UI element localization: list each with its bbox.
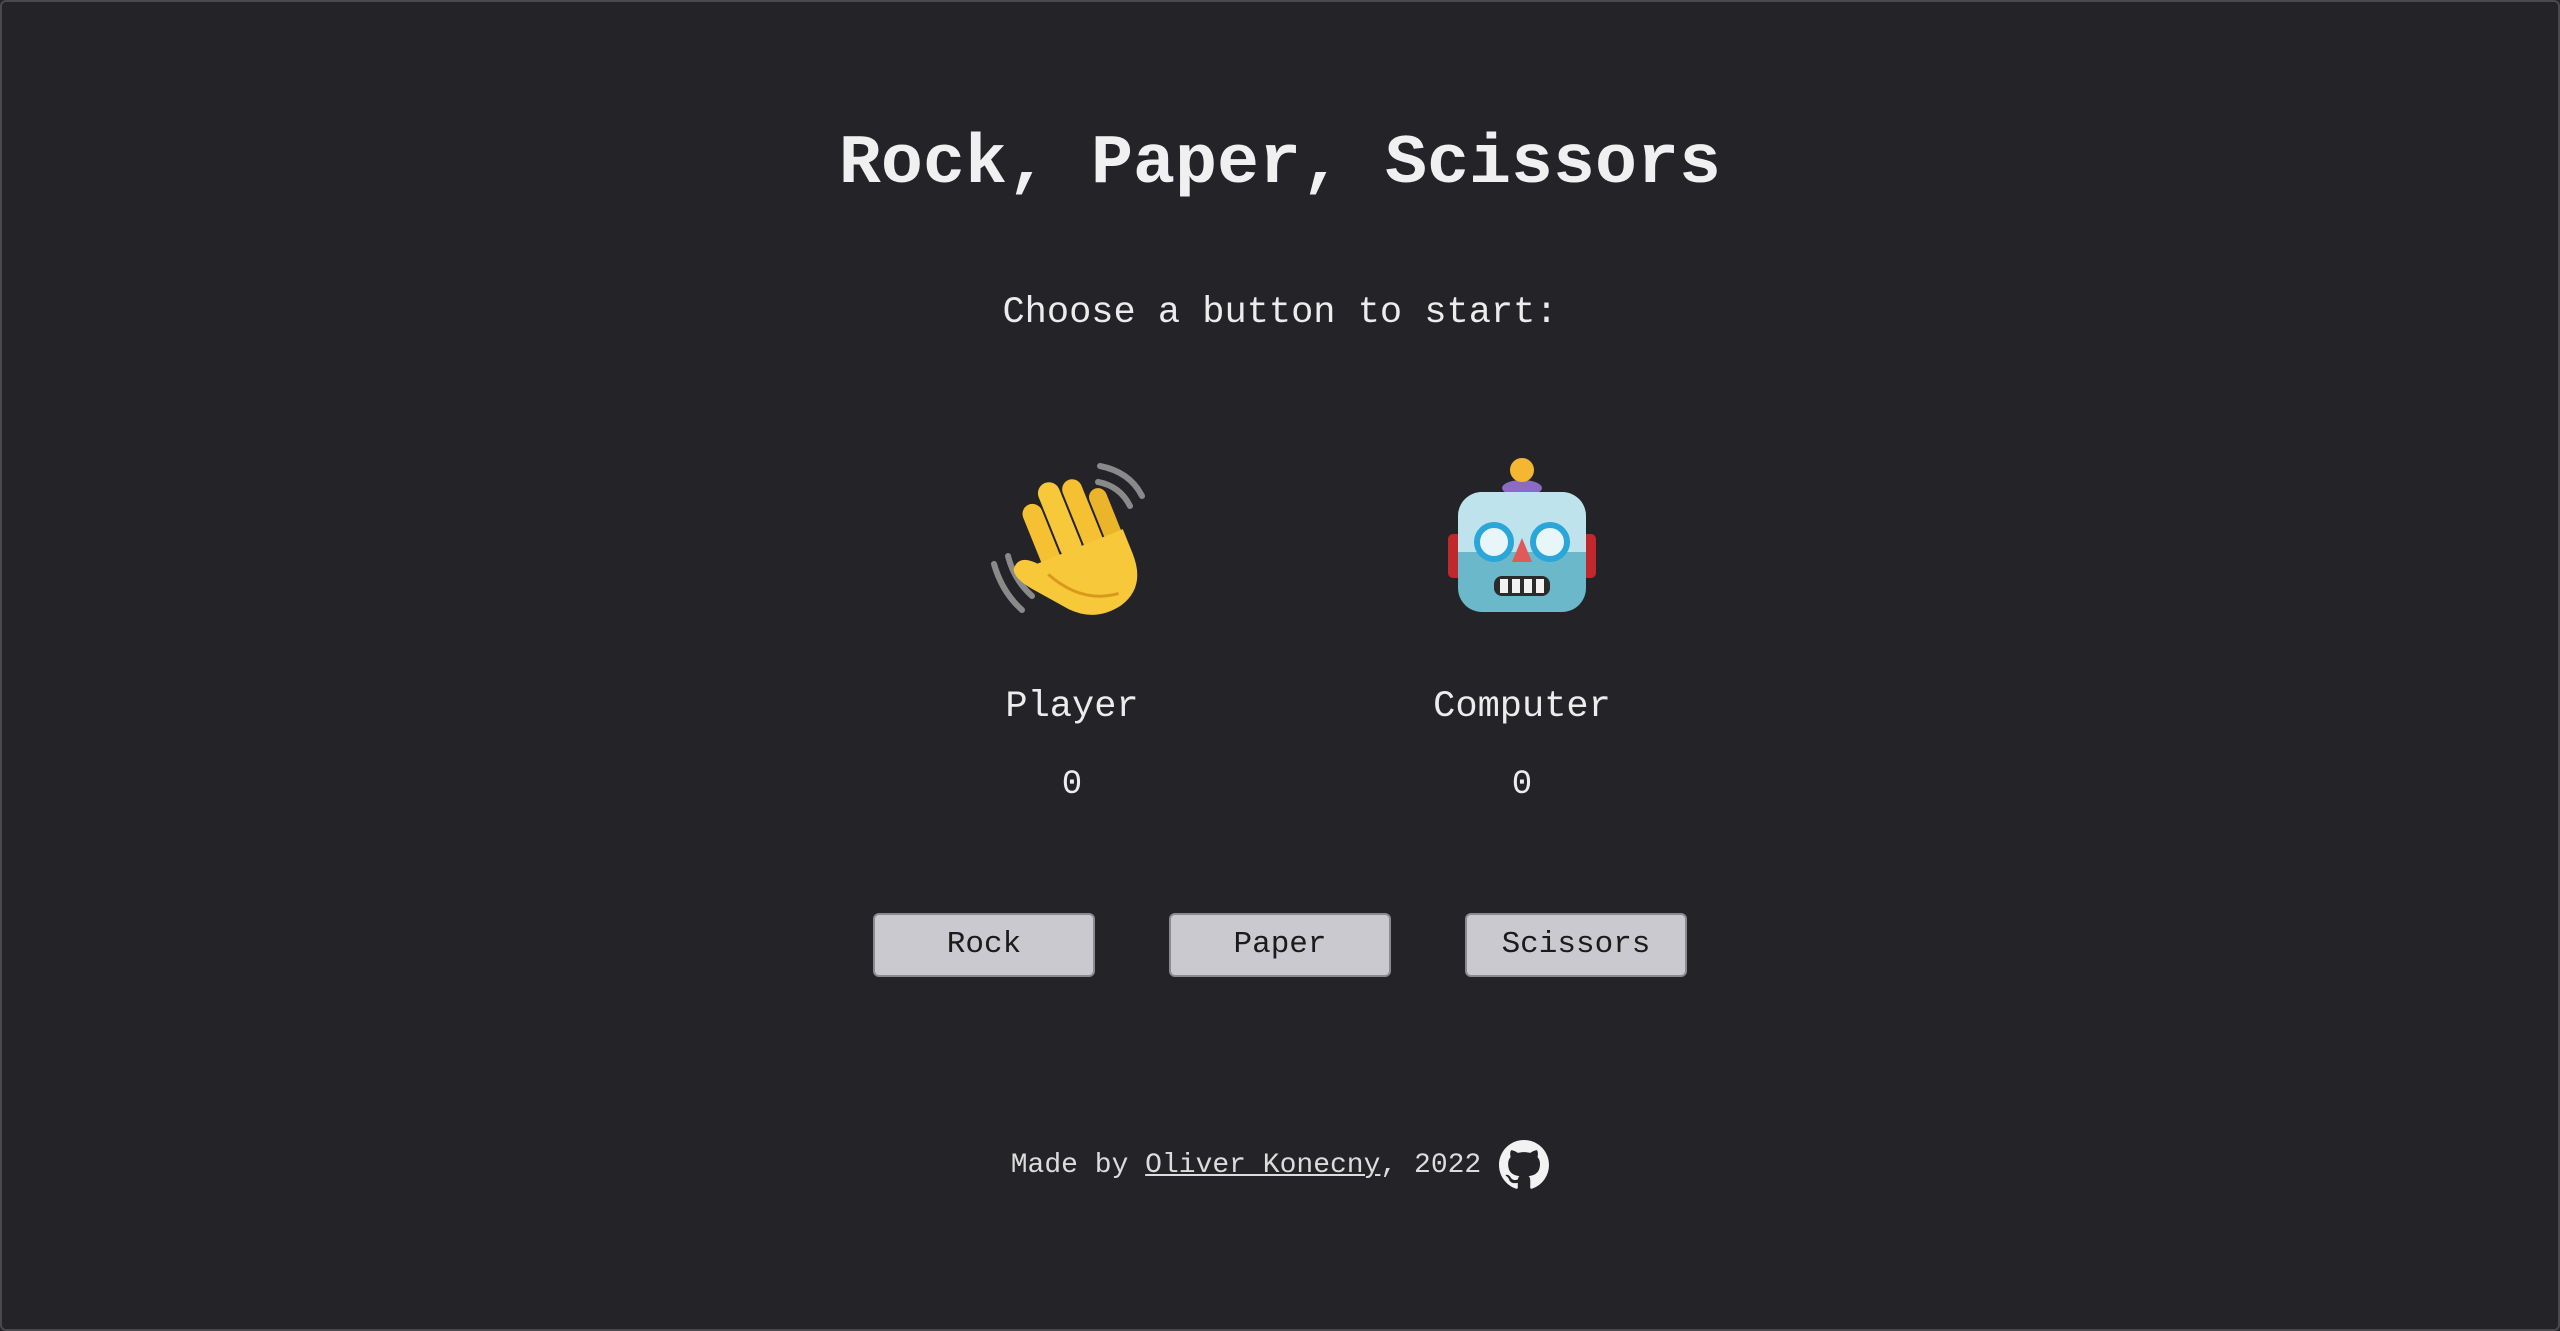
- robot-icon: [1372, 442, 1672, 642]
- rock-button[interactable]: Rock: [873, 913, 1095, 977]
- footer-prefix: Made by: [1010, 1149, 1146, 1181]
- waving-hand-icon: [922, 442, 1222, 642]
- paper-button[interactable]: Paper: [1169, 913, 1391, 977]
- footer-suffix: , 2022: [1380, 1149, 1482, 1181]
- computer-panel: Computer 0: [1372, 442, 1672, 804]
- app-window: Rock, Paper, Scissors Choose a button to…: [0, 0, 2560, 1331]
- computer-label: Computer: [1433, 686, 1611, 728]
- footer: Made by Oliver Konecny , 2022: [2, 1140, 2558, 1190]
- player-label: Player: [1005, 686, 1139, 728]
- page-title: Rock, Paper, Scissors: [838, 125, 1722, 204]
- choice-buttons: Rock Paper Scissors: [2, 913, 2558, 977]
- instructions-text: Choose a button to start:: [1002, 292, 1558, 334]
- computer-score: 0: [1511, 766, 1533, 804]
- player-panel: Player 0: [922, 442, 1222, 804]
- github-icon[interactable]: [1499, 1140, 1550, 1190]
- player-score: 0: [1061, 766, 1083, 804]
- author-link[interactable]: Oliver Konecny: [1145, 1150, 1380, 1181]
- scissors-button[interactable]: Scissors: [1465, 913, 1687, 977]
